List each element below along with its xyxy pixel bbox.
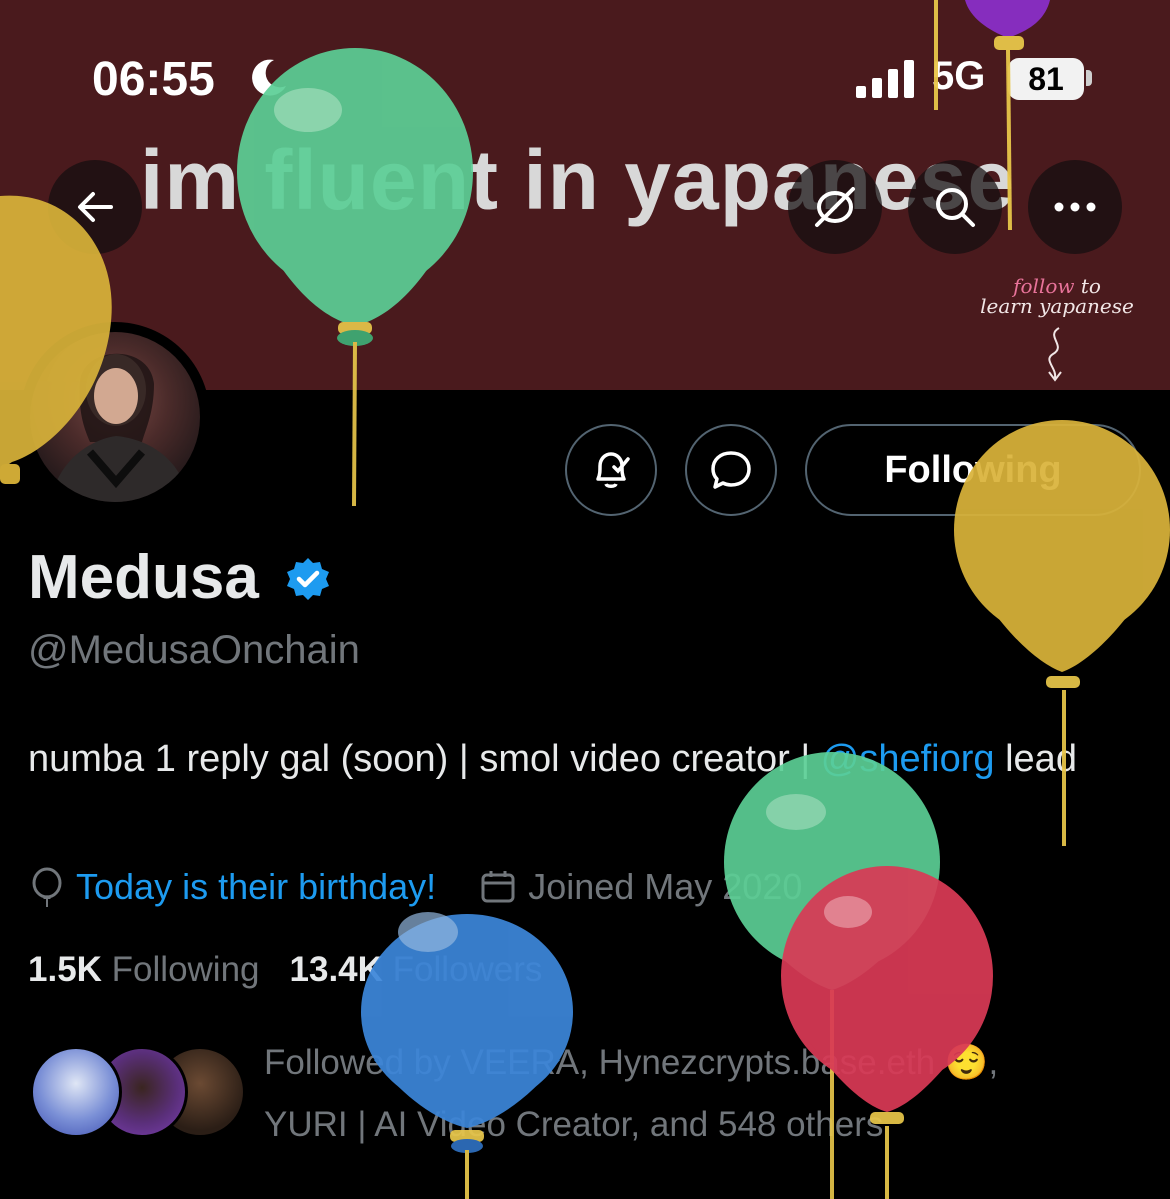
followed-by-avatars[interactable]	[30, 1046, 246, 1138]
banner-note: follow to learn yapanese	[972, 276, 1142, 384]
bell-check-icon	[596, 452, 630, 488]
verified-badge-icon[interactable]	[284, 556, 332, 604]
following-label: Following	[111, 950, 260, 989]
avatar[interactable]	[30, 332, 200, 502]
follower-avatar-1	[30, 1046, 122, 1138]
battery-icon: 81	[1008, 58, 1084, 100]
followed-by-line1: Followed by VEERA, Hynezcrypts.base.eth …	[264, 1043, 999, 1082]
back-button[interactable]	[48, 160, 142, 254]
banner-text: im fluent in yapanese	[140, 133, 1016, 227]
moon-icon	[252, 59, 286, 96]
more-horizontal-icon	[1054, 202, 1096, 212]
signal-icon	[856, 60, 914, 98]
message-icon	[711, 451, 751, 489]
search-button[interactable]	[908, 160, 1002, 254]
balloon-icon	[32, 867, 62, 907]
network-type: 5G	[932, 54, 986, 98]
bio-text-end: lead	[994, 738, 1077, 780]
follow-stats: 1.5K Following 13.4K Followers	[28, 950, 542, 990]
eye-slash-icon	[815, 187, 855, 227]
display-name: Medusa	[28, 543, 259, 612]
birthday-text[interactable]: Today is their birthday!	[76, 866, 436, 908]
followers-stat[interactable]: 13.4K Followers	[290, 950, 543, 990]
curly-arrow-icon	[1048, 327, 1062, 382]
more-button[interactable]	[1028, 160, 1122, 254]
bio: numba 1 reply gal (soon) | smol video cr…	[28, 730, 1128, 788]
followers-label: Followers	[392, 950, 543, 989]
followed-by-line2: YURI | AI Video Creator, and 548 others	[264, 1105, 884, 1144]
following-stat[interactable]: 1.5K Following	[28, 950, 260, 990]
following-button[interactable]: Following	[805, 424, 1141, 516]
followed-by-text[interactable]: Followed by VEERA, Hynezcrypts.base.eth …	[264, 1032, 1134, 1156]
handle: @MedusaOnchain	[28, 628, 360, 672]
battery-level: 81	[1028, 60, 1064, 97]
notifications-button[interactable]	[565, 424, 657, 516]
message-button[interactable]	[685, 424, 777, 516]
calendar-icon	[481, 871, 515, 903]
search-icon	[936, 188, 975, 227]
bio-text: numba 1 reply gal (soon) | smol video cr…	[28, 738, 821, 780]
avatar-photo	[50, 353, 190, 502]
battery-nub	[1086, 70, 1092, 86]
profile-meta-row: Today is their birthday! Joined May 2020	[28, 864, 802, 910]
followers-count: 13.4K	[289, 950, 383, 989]
banner-note-line2: learn yapanese	[980, 294, 1134, 318]
hide-button[interactable]	[788, 160, 882, 254]
bio-mention-link[interactable]: @shefiorg	[821, 738, 995, 780]
joined-date: Joined May 2020	[528, 866, 803, 907]
following-count: 1.5K	[28, 950, 102, 989]
arrow-left-icon	[78, 192, 113, 222]
status-time: 06:55	[92, 53, 215, 106]
